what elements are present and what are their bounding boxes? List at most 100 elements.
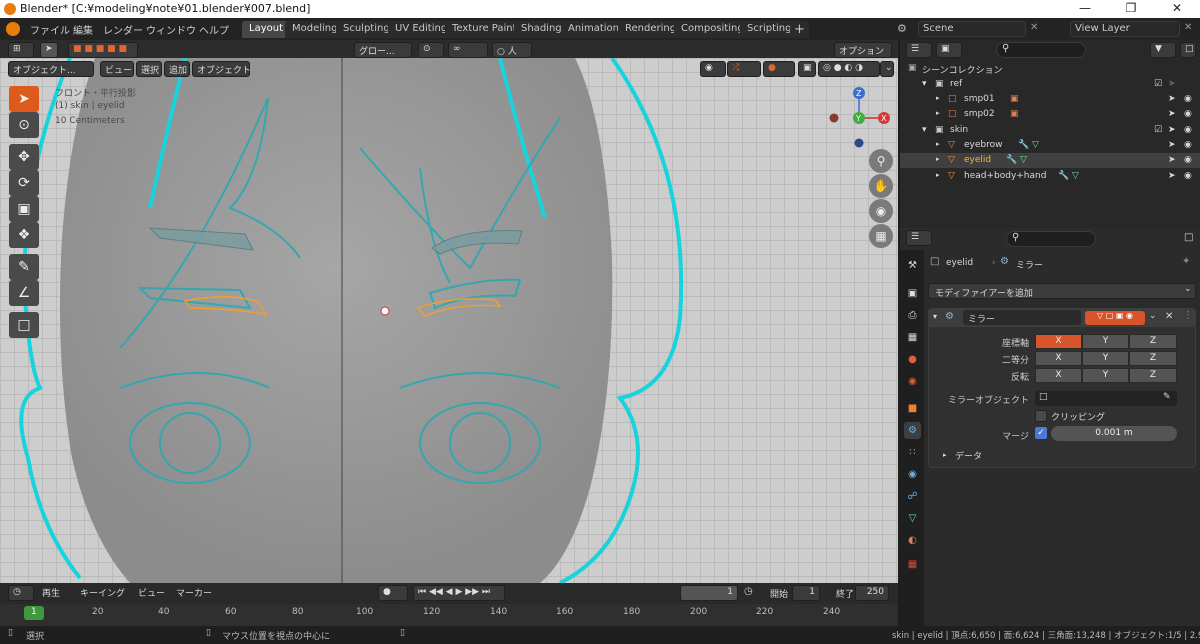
modifier-tab-icon[interactable]: ⚙ bbox=[904, 422, 921, 439]
visibility-icon[interactable]: ◉ bbox=[700, 61, 726, 77]
tab-animation[interactable]: Animation bbox=[561, 21, 626, 38]
bisect-x-toggle[interactable]: X bbox=[1035, 351, 1082, 366]
mirror-object-field[interactable] bbox=[1035, 391, 1177, 406]
render-tab-icon[interactable]: ▣ bbox=[904, 285, 921, 302]
eye-icon[interactable]: ◉ bbox=[1184, 155, 1195, 166]
playback-controls[interactable]: ⏮ ◀◀ ◀ ▶ ▶▶ ⏭ bbox=[413, 585, 505, 601]
bisect-y-toggle[interactable]: Y bbox=[1082, 351, 1129, 366]
collapse-icon[interactable]: ▾ bbox=[933, 312, 937, 321]
menu-edit[interactable]: 編集 bbox=[73, 22, 93, 37]
add-modifier-button[interactable]: モディファイアーを追加 bbox=[928, 283, 1196, 299]
rotate-tool-icon[interactable]: ⟳ bbox=[9, 170, 39, 196]
checkbox-icon[interactable]: ☑ bbox=[1154, 79, 1165, 90]
shading-modes[interactable]: ◎ ● ◐ ◑ bbox=[818, 61, 880, 77]
outliner-row-eyelid[interactable]: ▸ ▽ eyelid 🔧 ▽ ➤ ◉ bbox=[900, 153, 1200, 168]
menu-file[interactable]: ファイル bbox=[30, 22, 70, 37]
eye-icon[interactable]: ◉ bbox=[1184, 140, 1195, 151]
view-layer-tab-icon[interactable]: ▦ bbox=[904, 329, 921, 346]
filter-icon[interactable]: ▼ bbox=[1150, 42, 1176, 58]
transform-tool-icon[interactable]: ❖ bbox=[9, 222, 39, 248]
overlay-toggle-icon[interactable]: ● bbox=[763, 61, 795, 77]
pin-icon[interactable]: ✦ bbox=[1182, 256, 1190, 267]
proportional-edit-icon[interactable]: ○ 人 bbox=[492, 42, 532, 58]
expand-icon[interactable]: ▾ bbox=[922, 79, 933, 90]
modifier-toggle-icons[interactable]: ▽ □ ▣ ◉ bbox=[1085, 311, 1145, 325]
flip-x-toggle[interactable]: X bbox=[1035, 368, 1082, 383]
clipping-checkbox[interactable] bbox=[1035, 410, 1047, 422]
bisect-z-toggle[interactable]: Z bbox=[1129, 351, 1177, 366]
snap-icon[interactable]: ∞ bbox=[448, 42, 488, 58]
gizmo-toggle-icon[interactable]: ⤮ bbox=[727, 61, 761, 77]
xray-icon[interactable]: ▣ bbox=[798, 61, 816, 77]
zoom-icon[interactable]: ⚲ bbox=[869, 149, 893, 173]
material-tab-icon[interactable]: ◐ bbox=[904, 532, 921, 549]
timeline-editor-type-icon[interactable]: ◷ bbox=[8, 585, 34, 601]
menu-help[interactable]: ヘルプ bbox=[199, 22, 229, 37]
select-arrow-icon[interactable]: ➤ bbox=[1168, 155, 1179, 166]
expand-icon[interactable]: ▾ bbox=[922, 125, 933, 136]
display-mode-icon[interactable]: ▣ bbox=[936, 42, 962, 58]
move-tool-icon[interactable]: ✥ bbox=[9, 144, 39, 170]
eye-icon[interactable]: ◉ bbox=[1184, 94, 1195, 105]
3d-viewport[interactable]: オブジェクト... ビュー 選択 追加 オブジェクト ◉ ⤮ ● ▣ ◎ ● ◐… bbox=[0, 58, 898, 583]
options-menu[interactable]: オプション bbox=[834, 42, 892, 58]
axis-y-toggle[interactable]: Y bbox=[1082, 334, 1129, 349]
menu-select[interactable]: 選択 bbox=[136, 61, 162, 77]
outliner-editor-type-icon[interactable]: ☰ bbox=[906, 42, 932, 58]
mode-select[interactable]: オブジェクト... bbox=[8, 61, 94, 77]
tab-texture-paint[interactable]: Texture Paint bbox=[445, 21, 524, 38]
modifier-name-field[interactable]: ミラー bbox=[963, 310, 1081, 325]
menu-render[interactable]: レンダー bbox=[103, 22, 143, 37]
menu-view[interactable]: ビュー bbox=[100, 61, 134, 77]
properties-options-icon[interactable]: □ bbox=[1184, 232, 1193, 243]
expand-icon[interactable]: ▸ bbox=[936, 171, 947, 182]
tab-layout[interactable]: Layout bbox=[242, 21, 290, 38]
playback-menu[interactable]: 再生 bbox=[38, 585, 72, 601]
scene-selector[interactable]: Scene bbox=[918, 21, 1026, 37]
pan-hand-icon[interactable]: ✋ bbox=[869, 174, 893, 198]
physics-tab-icon[interactable]: ◉ bbox=[904, 466, 921, 483]
scale-tool-icon[interactable]: ▣ bbox=[9, 196, 39, 222]
tool-tab-icon[interactable]: ⚒ bbox=[904, 257, 921, 274]
select-arrow-icon[interactable]: ➤ bbox=[1168, 125, 1179, 136]
scene-remove-icon[interactable]: ✕ bbox=[1030, 22, 1038, 33]
expand-icon[interactable]: ▸ bbox=[936, 140, 947, 151]
eye-icon[interactable]: ◉ bbox=[1184, 125, 1195, 136]
checkbox-icon[interactable]: ☑ bbox=[1154, 125, 1165, 136]
select-arrow-icon[interactable]: ➤ bbox=[1168, 109, 1179, 120]
select-tool-icon[interactable]: ➤ bbox=[40, 42, 58, 58]
merge-distance-field[interactable]: 0.001 m bbox=[1051, 426, 1177, 441]
scene-icon[interactable]: ⚙ bbox=[897, 22, 907, 35]
properties-editor-type-icon[interactable]: ☰ bbox=[906, 230, 932, 246]
shading-options-icon[interactable]: ⌄ bbox=[880, 61, 894, 77]
navigation-gizmo[interactable]: X Z Y bbox=[826, 86, 896, 156]
select-arrow-icon[interactable]: ➤ bbox=[1168, 94, 1179, 105]
annotate-tool-icon[interactable]: ✎ bbox=[9, 254, 39, 280]
blender-menu-icon[interactable] bbox=[6, 22, 20, 36]
properties-search-input[interactable] bbox=[1006, 231, 1096, 247]
axis-z-toggle[interactable]: Z bbox=[1129, 334, 1177, 349]
remove-modifier-icon[interactable]: ✕ bbox=[1165, 311, 1173, 322]
select-mode-icons[interactable]: ■ ■ ■ ■ ■ bbox=[68, 42, 138, 58]
minimize-button[interactable]: — bbox=[1062, 1, 1108, 17]
outliner-row-skin[interactable]: ▾ ▣ skin ☑ ➤ ◉ bbox=[900, 123, 1200, 138]
menu-object[interactable]: オブジェクト bbox=[192, 61, 251, 77]
output-tab-icon[interactable]: ⎙ bbox=[904, 307, 921, 324]
clock-icon[interactable]: ◷ bbox=[744, 586, 753, 597]
measure-tool-icon[interactable]: ∠ bbox=[9, 280, 39, 306]
outliner-row-smp01[interactable]: ▸ □ smp01 ▣ ➤ ◉ bbox=[900, 92, 1200, 107]
outliner-row-eyebrow[interactable]: ▸ ▽ eyebrow 🔧 ▽ ➤ ◉ bbox=[900, 138, 1200, 153]
marker-menu[interactable]: マーカー bbox=[172, 585, 212, 601]
eyedropper-icon[interactable]: ✎ bbox=[1163, 392, 1171, 402]
expand-icon[interactable]: ▸ bbox=[936, 94, 947, 105]
outliner-row-smp02[interactable]: ▸ □ smp02 ▣ ➤ ◉ bbox=[900, 107, 1200, 122]
particles-tab-icon[interactable]: ∷ bbox=[904, 444, 921, 461]
start-frame-field[interactable]: 1 bbox=[792, 585, 820, 601]
outliner-row-ref[interactable]: ▾ ▣ ref ☑ ➤ bbox=[900, 77, 1200, 92]
pivot-icon[interactable]: ⊙ bbox=[418, 42, 444, 58]
scene-tab-icon[interactable]: ● bbox=[904, 351, 921, 368]
record-icon[interactable]: ● bbox=[378, 585, 408, 601]
outliner-search-input[interactable] bbox=[996, 42, 1086, 58]
eye-icon[interactable]: ◉ bbox=[1184, 171, 1195, 182]
object-tab-icon[interactable]: ■ bbox=[904, 400, 921, 417]
